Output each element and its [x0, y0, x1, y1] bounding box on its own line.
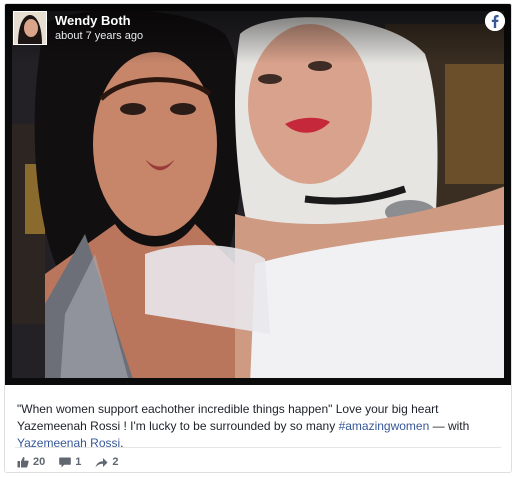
share-arrow-icon: [95, 457, 108, 467]
comment-bubble-icon: [59, 457, 72, 467]
post-caption: "When women support eachother incredible…: [17, 401, 499, 452]
comments-stat[interactable]: 1: [59, 456, 81, 468]
post-timestamp[interactable]: about 7 years ago: [55, 30, 143, 42]
shares-stat[interactable]: 2: [95, 456, 119, 468]
post-card: Wendy Both about 7 years ago "When women…: [4, 3, 512, 473]
caption-text: — with: [429, 419, 470, 433]
engagement-stats: 20 1 2: [17, 453, 119, 471]
comments-count: 1: [75, 456, 82, 468]
hashtag-link[interactable]: #amazingwomen: [339, 419, 430, 433]
avatar-image: [14, 12, 46, 44]
divider: [15, 447, 501, 448]
likes-count: 20: [33, 456, 46, 468]
author-name[interactable]: Wendy Both: [55, 13, 131, 28]
author-avatar[interactable]: [13, 11, 47, 45]
shares-count: 2: [112, 456, 119, 468]
post-photo[interactable]: Wendy Both about 7 years ago: [5, 4, 511, 385]
facebook-logo-icon[interactable]: [485, 11, 505, 31]
likes-stat[interactable]: 20: [17, 456, 45, 468]
thumbs-up-icon: [17, 457, 29, 468]
